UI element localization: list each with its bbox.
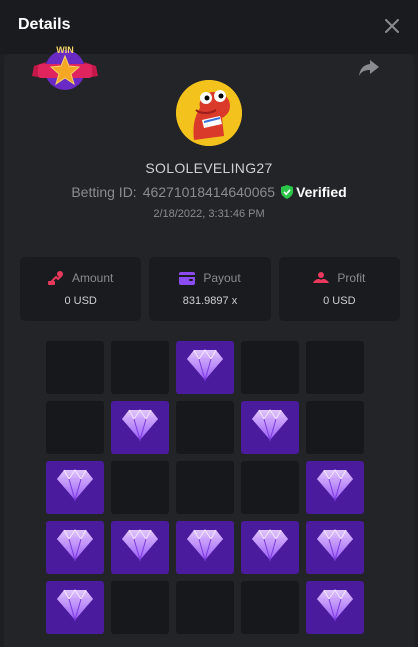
gem-icon [121, 528, 159, 567]
stat-amount: Amount 0 USD [20, 257, 142, 321]
gem-icon [316, 468, 354, 507]
board-tile [176, 461, 234, 514]
board-tile [111, 581, 169, 634]
board-tile [241, 581, 299, 634]
stat-payout-value: 831.9897 x [182, 295, 238, 307]
username: SOLOLEVELING27 [145, 160, 273, 176]
board-tile [46, 461, 104, 514]
board-tile [306, 521, 364, 574]
details-modal: Details WIN SOLOLEVELING27 Betting ID: 4… [0, 0, 418, 647]
board-tile [46, 401, 104, 454]
board-tile [241, 521, 299, 574]
modal-title: Details [18, 16, 71, 33]
wallet-icon [179, 271, 196, 285]
stat-profit-value: 0 USD [323, 295, 356, 307]
dinosaur-avatar-icon [176, 80, 242, 146]
board-tile [306, 401, 364, 454]
stat-payout: Payout 831.9897 x [149, 257, 271, 321]
gem-icon [186, 348, 224, 387]
gem-icon [121, 408, 159, 447]
board-tile [306, 341, 364, 394]
stat-amount-value: 0 USD [64, 295, 97, 307]
profit-icon [313, 272, 330, 283]
board-tile [111, 401, 169, 454]
stat-profit-label: Profit [337, 271, 366, 285]
board-tile [176, 401, 234, 454]
bet-timestamp: 2/18/2022, 3:31:46 PM [153, 208, 265, 220]
gem-icon [56, 528, 94, 567]
stat-profit: Profit 0 USD [278, 257, 400, 321]
gem-icon [56, 588, 94, 627]
verified-badge: Verified [281, 184, 347, 200]
board-tile [46, 581, 104, 634]
board-tile [46, 341, 104, 394]
gem-icon [251, 408, 289, 447]
gem-icon [316, 588, 354, 627]
stat-payout-label: Payout [203, 271, 241, 285]
board-tile [176, 521, 234, 574]
close-button[interactable] [380, 14, 404, 38]
board-tile [306, 581, 364, 634]
gem-icon [316, 528, 354, 567]
gem-icon [186, 528, 224, 567]
board-tile [176, 581, 234, 634]
win-badge-icon: WIN [32, 44, 98, 92]
shield-check-icon [281, 185, 294, 199]
amount-icon [47, 271, 63, 285]
betting-id-row: Betting ID: 46271018414640065 Verified [0, 184, 418, 200]
board-tile [241, 401, 299, 454]
board-tile [111, 461, 169, 514]
gem-icon [251, 528, 289, 567]
avatar [176, 80, 242, 146]
mines-board [46, 341, 368, 634]
stat-amount-label: Amount [71, 271, 114, 285]
board-tile [241, 461, 299, 514]
betting-id-label: Betting ID: [71, 184, 137, 200]
board-tile [46, 521, 104, 574]
share-icon [359, 60, 379, 76]
badge-text: WIN [56, 45, 74, 55]
close-icon [385, 19, 399, 33]
board-tile [306, 461, 364, 514]
board-tile [111, 521, 169, 574]
gem-icon [56, 468, 94, 507]
stats-row: Amount 0 USD Payout 831.9897 x Profit 0 … [20, 257, 400, 321]
board-tile [111, 341, 169, 394]
betting-id-value: 46271018414640065 [142, 184, 276, 200]
board-tile [176, 341, 234, 394]
verified-label: Verified [296, 184, 347, 200]
share-button[interactable] [358, 58, 380, 78]
board-tile [241, 341, 299, 394]
